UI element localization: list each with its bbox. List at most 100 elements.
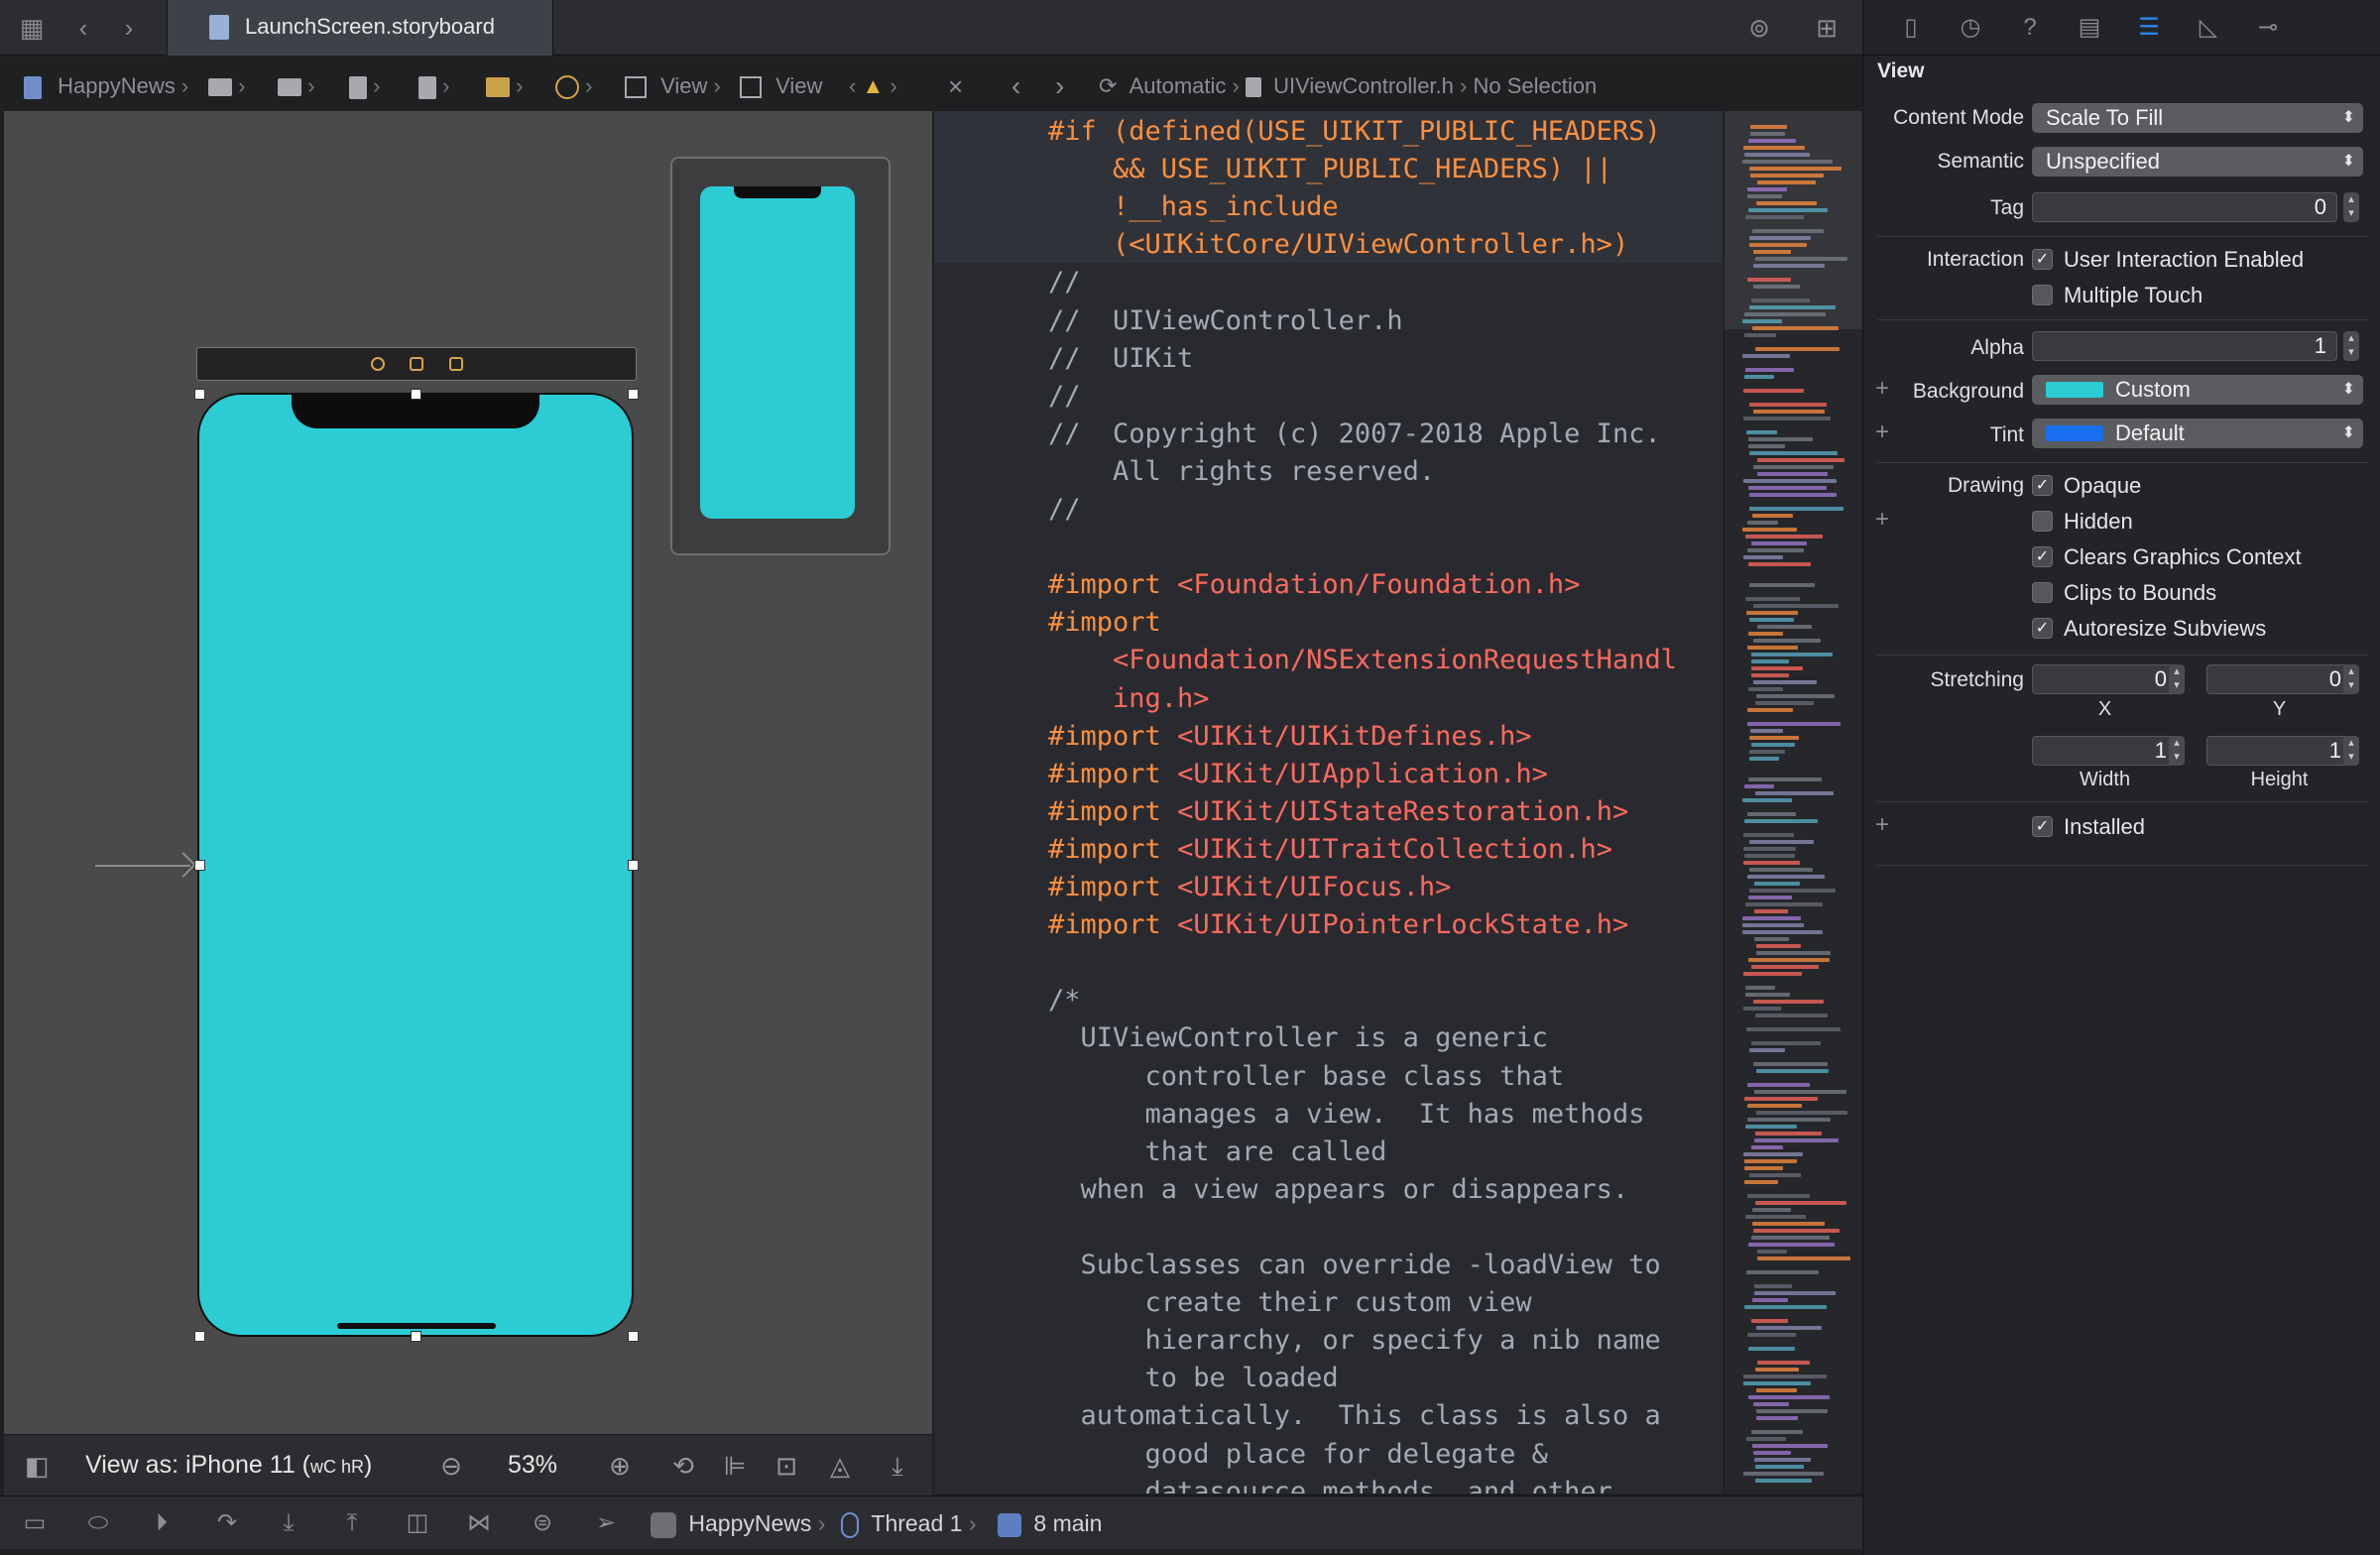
controller-crumb[interactable]: ›	[555, 71, 592, 101]
clears-graphics-checkbox[interactable]: ✓	[2032, 546, 2053, 567]
project-crumb[interactable]: HappyNews ›	[24, 71, 188, 101]
clips-to-bounds-checkbox[interactable]	[2032, 582, 2053, 603]
issue-navigator[interactable]: ‹ ▲ ›	[849, 71, 897, 101]
history-inspector-icon[interactable]: ◷	[1955, 12, 1986, 44]
related-items-crumb[interactable]: ⟳ Automatic › UIViewController.h › No Se…	[1099, 71, 1597, 101]
add-constraints-icon[interactable]: ⊡	[770, 1449, 803, 1483]
debug-thread[interactable]: Thread 1 ›	[841, 1510, 977, 1538]
view-as-device[interactable]: View as: iPhone 11 (wC hR)	[85, 1451, 372, 1480]
scene-dock[interactable]	[196, 347, 637, 381]
chevron-right-icon: ›	[817, 1510, 826, 1536]
view-controller-icon	[555, 75, 579, 100]
content-mode-select[interactable]: Scale To Fill ⬍	[2032, 103, 2363, 133]
alpha-stepper[interactable]: ▴ ▾	[2343, 331, 2359, 361]
add-variation-icon[interactable]: +	[1875, 506, 1889, 534]
add-variation-icon[interactable]: +	[1875, 811, 1889, 839]
user-interaction-checkbox[interactable]: ✓	[2032, 249, 2053, 270]
align-icon[interactable]: ⊫	[718, 1449, 752, 1483]
debug-frame[interactable]: 8 main	[998, 1510, 1102, 1537]
resolve-layout-icon[interactable]: ◬	[823, 1449, 857, 1483]
identity-inspector-icon[interactable]: ▤	[2074, 12, 2105, 44]
minimap-line	[1747, 1083, 1810, 1087]
resize-handle[interactable]	[411, 389, 421, 400]
zoom-in-icon[interactable]: ⊕	[603, 1449, 637, 1483]
chevron-updown-icon: ⬍	[2341, 153, 2355, 170]
document-outline-toggle-icon[interactable]: ◧	[20, 1449, 54, 1483]
stretch-width-field[interactable]: 1	[2032, 736, 2178, 766]
source-editor[interactable]: 1#if (defined(USE_UIKIT_PUBLIC_HEADERS) …	[934, 111, 1862, 1494]
stretch-height-field[interactable]: 1	[2206, 736, 2352, 766]
initial-view-controller-arrow[interactable]	[95, 865, 190, 867]
close-editor-icon[interactable]: ×	[948, 71, 963, 101]
resize-handle[interactable]	[194, 860, 205, 871]
tint-color-select[interactable]: Default ⬍	[2032, 419, 2363, 448]
file-crumb-1[interactable]: ›	[349, 71, 380, 101]
environment-overrides-icon[interactable]: ⊜	[526, 1506, 559, 1540]
first-responder-dock-icon[interactable]	[410, 357, 423, 371]
minimap-line	[1744, 1166, 1783, 1170]
forward-arrow-icon[interactable]: ›	[1055, 71, 1064, 101]
hidden-checkbox[interactable]	[2032, 511, 2053, 532]
stretch-y-stepper[interactable]: ▴ ▾	[2343, 664, 2359, 694]
multiple-touch-checkbox[interactable]	[2032, 285, 2053, 305]
minimap[interactable]	[1724, 111, 1862, 1494]
resize-handle[interactable]	[628, 389, 639, 400]
step-over-icon[interactable]: ↷	[210, 1506, 244, 1540]
step-out-icon[interactable]: ⤒	[335, 1506, 369, 1540]
forward-arrow-icon[interactable]: ›	[113, 12, 145, 44]
semantic-select[interactable]: Unspecified ⬍	[2032, 147, 2363, 177]
file-inspector-icon[interactable]: ▯	[1895, 12, 1927, 44]
view-controller-view[interactable]	[197, 393, 634, 1337]
attributes-inspector-icon[interactable]: ☰	[2133, 12, 2165, 44]
embed-in-icon[interactable]: ⤓	[881, 1449, 914, 1483]
tag-stepper[interactable]: ▴ ▾	[2343, 192, 2359, 222]
debug-area-toggle-icon[interactable]: ▭	[18, 1506, 52, 1540]
exit-dock-icon[interactable]	[449, 357, 463, 371]
stretch-height-stepper[interactable]: ▴ ▾	[2343, 736, 2359, 766]
resize-handle[interactable]	[411, 1331, 421, 1342]
view-crumb-2[interactable]: View	[740, 71, 822, 101]
resize-handle[interactable]	[194, 1331, 205, 1342]
step-into-icon[interactable]: ⤓	[272, 1506, 305, 1540]
view-crumb-1[interactable]: View ›	[625, 71, 721, 101]
resize-handle[interactable]	[628, 1331, 639, 1342]
quick-help-icon[interactable]: ?	[2014, 12, 2046, 44]
debug-process[interactable]: HappyNews ›	[651, 1510, 825, 1538]
connections-inspector-icon[interactable]: ⊸	[2252, 12, 2284, 44]
tab-launchscreen-storyboard[interactable]: LaunchScreen.storyboard	[167, 0, 553, 56]
breakpoints-icon[interactable]: ⬭	[81, 1506, 115, 1540]
add-editor-icon[interactable]: ⊞	[1811, 12, 1843, 44]
resize-handle[interactable]	[194, 389, 205, 400]
tag-field[interactable]: 0	[2032, 192, 2337, 222]
file-crumb-2[interactable]: ›	[418, 71, 449, 101]
simulate-location-icon[interactable]: ➢	[589, 1506, 623, 1540]
view-controller-dock-icon[interactable]	[371, 357, 385, 371]
zoom-level[interactable]: 53%	[508, 1451, 557, 1480]
continue-icon[interactable]: ⏵	[145, 1506, 178, 1540]
folder-crumb-1[interactable]: ›	[208, 71, 245, 101]
view-debugger-icon[interactable]: ◫	[401, 1506, 434, 1540]
minimap-viewport[interactable]	[1725, 111, 1862, 329]
opaque-checkbox[interactable]: ✓	[2032, 475, 2053, 496]
resize-handle[interactable]	[628, 860, 639, 871]
update-frames-icon[interactable]: ⟲	[666, 1449, 700, 1483]
size-inspector-icon[interactable]: ◺	[2193, 12, 2224, 44]
alpha-field[interactable]: 1	[2032, 331, 2337, 361]
installed-checkbox[interactable]: ✓	[2032, 816, 2053, 837]
stretch-y-field[interactable]: 0	[2206, 664, 2352, 694]
autoresize-subviews-checkbox[interactable]: ✓	[2032, 618, 2053, 639]
adjust-editor-icon[interactable]: ⊚	[1743, 12, 1775, 44]
back-arrow-icon[interactable]: ‹	[67, 12, 99, 44]
grid-icon[interactable]: ▦	[16, 12, 48, 44]
background-color-select[interactable]: Custom ⬍	[2032, 375, 2363, 405]
memory-graph-icon[interactable]: ⋈	[462, 1506, 496, 1540]
stretch-x-field[interactable]: 0	[2032, 664, 2178, 694]
minimap-line	[1756, 1069, 1829, 1073]
code-line: manages a view. It has methods	[1048, 1098, 1645, 1130]
folder-crumb-2[interactable]: ›	[278, 71, 314, 101]
zoom-out-icon[interactable]: ⊖	[434, 1449, 468, 1483]
back-arrow-icon[interactable]: ‹	[1012, 71, 1020, 101]
stretch-width-stepper[interactable]: ▴ ▾	[2169, 736, 2185, 766]
scene-crumb[interactable]: ›	[486, 71, 523, 101]
stretch-x-stepper[interactable]: ▴ ▾	[2169, 664, 2185, 694]
